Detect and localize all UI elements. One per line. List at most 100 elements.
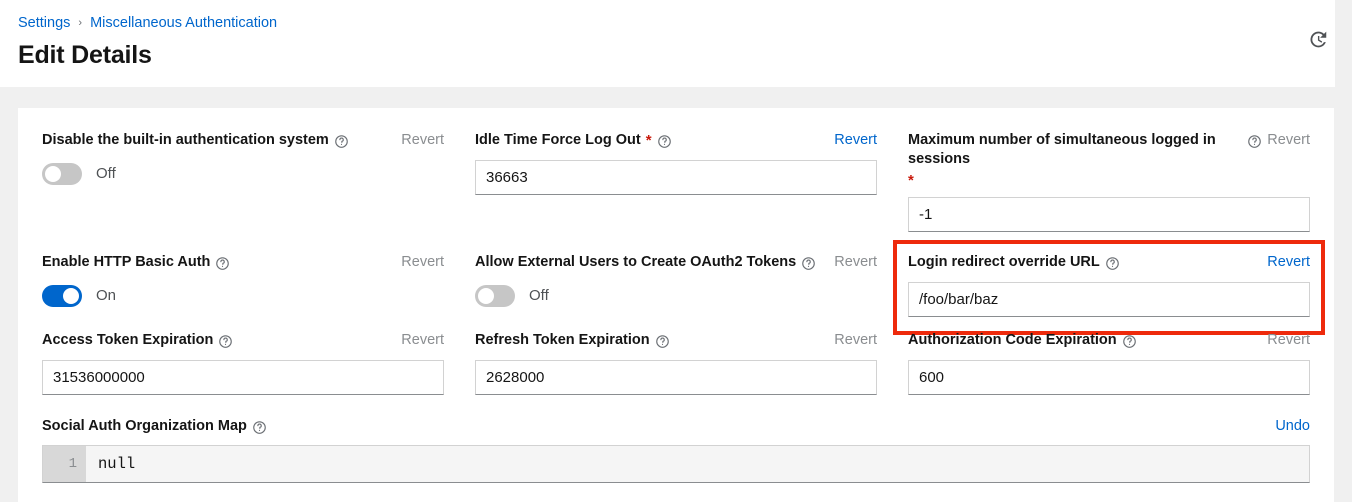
- settings-form-grid: Disable the built-in authentication syst…: [42, 131, 1310, 483]
- code-editor-content[interactable]: null: [86, 446, 1309, 482]
- field-header: Maximum number of simultaneous logged in…: [908, 131, 1310, 188]
- vertical-scrollbar-track[interactable]: [1335, 0, 1352, 502]
- toggle-knob: [478, 288, 494, 304]
- field-header: Access Token Expiration Revert: [42, 331, 444, 351]
- breadcrumb-link-miscellaneous-authentication[interactable]: Miscellaneous Authentication: [90, 14, 277, 32]
- field-label-text: Authorization Code Expiration: [908, 331, 1117, 350]
- field-header: Login redirect override URL Revert: [908, 253, 1310, 273]
- revert-button-idle-time-force-log-out[interactable]: Revert: [834, 131, 877, 150]
- page-title: Edit Details: [18, 40, 1332, 71]
- toggle-state-label: On: [96, 286, 116, 306]
- page-body: Disable the built-in authentication syst…: [0, 87, 1352, 502]
- field-allow-external-users-to-create-oauth2-tokens: Allow External Users to Create OAuth2 To…: [475, 253, 877, 331]
- field-header: Authorization Code Expiration Revert: [908, 331, 1310, 351]
- input-authorization-code-expiration[interactable]: [908, 360, 1310, 395]
- help-circle-icon[interactable]: [1247, 134, 1262, 149]
- field-maximum-number-of-simultaneous-logged-in-sessions: Maximum number of simultaneous logged in…: [908, 131, 1310, 253]
- input-login-redirect-override-url[interactable]: [908, 282, 1310, 317]
- field-action: Revert: [401, 253, 444, 272]
- field-authorization-code-expiration: Authorization Code Expiration Revert: [908, 331, 1310, 416]
- help-circle-icon[interactable]: [218, 334, 233, 349]
- field-label: Idle Time Force Log Out*: [475, 131, 672, 150]
- field-enable-http-basic-auth: Enable HTTP Basic Auth Revert On: [42, 253, 444, 331]
- toggle-switch-enable-http-basic-auth[interactable]: [42, 285, 82, 307]
- input-idle-time-force-log-out[interactable]: [475, 160, 877, 195]
- input-refresh-token-expiration[interactable]: [475, 360, 877, 395]
- field-header: Idle Time Force Log Out* Revert: [475, 131, 877, 151]
- help-circle-icon[interactable]: [215, 256, 230, 271]
- help-circle-icon[interactable]: [655, 334, 670, 349]
- help-circle-icon[interactable]: [252, 420, 267, 435]
- field-label: Maximum number of simultaneous logged in…: [908, 131, 1239, 188]
- input-maximum-number-of-simultaneous-logged-in-sessions[interactable]: [908, 197, 1310, 232]
- field-action: Revert: [834, 131, 877, 150]
- field-label-text: Allow External Users to Create OAuth2 To…: [475, 253, 796, 272]
- field-header: Allow External Users to Create OAuth2 To…: [475, 253, 877, 273]
- field-label-text: Disable the built-in authentication syst…: [42, 131, 329, 150]
- toggle-switch-allow-external-users-to-create-oauth2-tokens[interactable]: [475, 285, 515, 307]
- field-label: Disable the built-in authentication syst…: [42, 131, 349, 150]
- field-action: Revert: [1247, 131, 1310, 150]
- breadcrumb: Settings › Miscellaneous Authentication: [18, 14, 1332, 32]
- code-editor[interactable]: 1null: [42, 445, 1310, 483]
- revert-button-disable-built-in-authentication-system: Revert: [401, 131, 444, 150]
- toggle-row: Off: [42, 160, 444, 188]
- toggle-switch-disable-built-in-authentication-system[interactable]: [42, 163, 82, 185]
- field-label-text: Enable HTTP Basic Auth: [42, 253, 210, 272]
- field-header: Refresh Token Expiration Revert: [475, 331, 877, 351]
- toggle-row: On: [42, 282, 444, 310]
- toggle-knob: [45, 166, 61, 182]
- field-access-token-expiration: Access Token Expiration Revert: [42, 331, 444, 416]
- revert-button-login-redirect-override-url[interactable]: Revert: [1267, 253, 1310, 272]
- settings-card: Disable the built-in authentication syst…: [18, 108, 1334, 502]
- breadcrumb-separator-icon: ›: [77, 14, 83, 32]
- field-label-text: Access Token Expiration: [42, 331, 213, 350]
- field-idle-time-force-log-out: Idle Time Force Log Out* Revert: [475, 131, 877, 253]
- field-label: Authorization Code Expiration: [908, 331, 1137, 350]
- help-circle-icon[interactable]: [657, 134, 672, 149]
- field-label: Access Token Expiration: [42, 331, 233, 350]
- field-disable-built-in-authentication-system: Disable the built-in authentication syst…: [42, 131, 444, 253]
- field-action: Revert: [401, 131, 444, 150]
- toggle-row: Off: [475, 282, 877, 310]
- revert-button-enable-http-basic-auth: Revert: [401, 253, 444, 272]
- history-icon: [1307, 29, 1328, 50]
- revert-button-allow-external-users-to-create-oauth2-tokens: Revert: [834, 253, 877, 272]
- field-action: Revert: [834, 253, 877, 272]
- field-login-redirect-override-url: Login redirect override URL Revert: [897, 244, 1321, 331]
- help-circle-icon[interactable]: [1122, 334, 1137, 349]
- revert-button-refresh-token-expiration: Revert: [834, 331, 877, 350]
- field-header: Social Auth Organization Map Undo: [42, 416, 1310, 436]
- field-label: Allow External Users to Create OAuth2 To…: [475, 253, 816, 272]
- field-action: Revert: [1267, 253, 1310, 272]
- input-access-token-expiration[interactable]: [42, 360, 444, 395]
- field-header: Enable HTTP Basic Auth Revert: [42, 253, 444, 273]
- revert-button-access-token-expiration: Revert: [401, 331, 444, 350]
- revert-button-authorization-code-expiration: Revert: [1267, 331, 1310, 350]
- field-label-text: Login redirect override URL: [908, 253, 1100, 272]
- field-refresh-token-expiration: Refresh Token Expiration Revert: [475, 331, 877, 416]
- field-social-auth-organization-map: Social Auth Organization Map Undo 1null: [42, 416, 1310, 483]
- field-action: Revert: [1267, 331, 1310, 350]
- help-circle-icon[interactable]: [1105, 256, 1120, 271]
- field-header: Disable the built-in authentication syst…: [42, 131, 444, 151]
- help-circle-icon[interactable]: [334, 134, 349, 149]
- undo-button-social-auth-organization-map[interactable]: Undo: [1275, 417, 1310, 436]
- field-label: Login redirect override URL: [908, 253, 1120, 272]
- field-label-text: Social Auth Organization Map: [42, 417, 247, 436]
- toggle-state-label: Off: [96, 164, 116, 184]
- field-label-text: Maximum number of simultaneous logged in…: [908, 131, 1239, 169]
- revert-button-maximum-number-of-simultaneous-logged-in-sessions: Revert: [1267, 131, 1310, 150]
- field-label: Enable HTTP Basic Auth: [42, 253, 230, 272]
- field-label: Refresh Token Expiration: [475, 331, 670, 350]
- field-label: Social Auth Organization Map: [42, 417, 267, 436]
- required-asterisk: *: [908, 174, 914, 188]
- code-line-number: 1: [43, 446, 86, 482]
- breadcrumb-link-settings[interactable]: Settings: [18, 14, 70, 32]
- page-header: Settings › Miscellaneous Authentication …: [0, 0, 1352, 87]
- history-icon-button[interactable]: [1302, 24, 1332, 54]
- help-circle-icon[interactable]: [801, 256, 816, 271]
- toggle-knob: [63, 288, 79, 304]
- field-action: Revert: [834, 331, 877, 350]
- required-asterisk: *: [646, 134, 652, 148]
